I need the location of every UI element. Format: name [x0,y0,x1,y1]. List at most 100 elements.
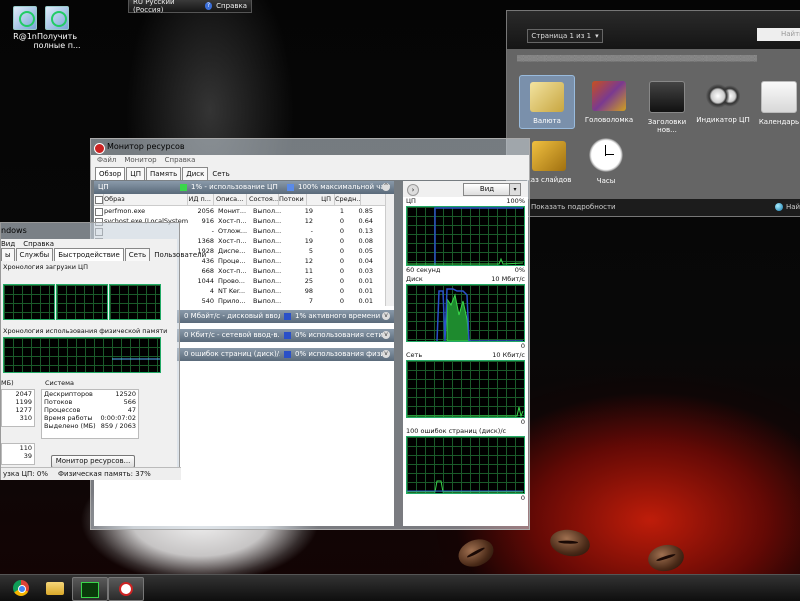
memory-total: 2047 [15,390,32,398]
online-gadgets-link[interactable]: Найти [786,199,800,216]
table-cell: 0.64 [358,217,373,225]
table-cell: 0 [339,257,344,265]
cpu-graph-max: 100% [506,197,525,205]
gadget-search-input[interactable]: Найти [757,28,800,41]
globe-icon [775,203,783,211]
menu-monitor[interactable]: Монитор [124,155,156,166]
table-cell: 0 [339,297,344,305]
page-selector[interactable]: Страница 1 из 1 ▾ [527,29,603,43]
expand-icon[interactable]: v [382,331,390,339]
resource-monitor-icon [119,582,133,596]
memory-graph-lines [407,480,523,493]
table-cell: 0.13 [358,227,373,235]
table-cell: 0.03 [358,267,373,275]
view-button[interactable]: Вид [463,183,511,196]
gadget-calendar[interactable]: Календарь [751,81,800,126]
system-row: Потоков 566 [44,398,136,406]
tab-memory[interactable]: Память [145,167,182,180]
tab-overview[interactable]: Обзор [95,167,126,180]
gadget-puzzle[interactable]: Головоломка [581,81,637,124]
folder-taskbar-button[interactable] [38,577,72,599]
memory-graph [406,436,525,494]
select-all-checkbox[interactable] [94,194,104,205]
table-cell: 2056 [197,207,214,215]
tab-cpu[interactable]: ЦП [126,167,145,180]
column-description[interactable]: Описа... [214,194,247,205]
tab-services[interactable]: Службы [15,248,54,261]
memory-available: 1277 [15,406,32,414]
graph-grid [57,285,107,319]
gadget-headlines[interactable]: Заголовки нов... [639,81,695,134]
memory-legend-icon [284,351,291,358]
tab-bar: Обзор ЦП Память Диск Сеть [91,166,529,180]
column-average[interactable]: Средн... [335,194,361,205]
table-cell: 668 [201,267,214,275]
network-legend-icon [284,332,291,339]
tab-processes[interactable]: ы [1,248,15,261]
expand-icon[interactable]: v [382,312,390,320]
gadget-clock[interactable]: Часы [578,138,634,185]
menu-help[interactable]: Справка [165,155,196,166]
chevron-right-icon[interactable]: › [407,184,419,196]
language-label[interactable]: RU Русский (Россия) [133,0,201,14]
column-image[interactable]: Образ [104,194,188,205]
system-row-value: 859 / 2063 [100,422,136,430]
column-cpu[interactable]: ЦП [307,194,335,205]
expand-icon[interactable]: v [382,350,390,358]
tab-network[interactable]: Сеть [124,248,151,261]
system-row-label: Потоков [44,398,73,406]
graph-grid [110,285,160,319]
cpu-graph-lines [407,207,524,265]
collapse-icon[interactable]: ^ [382,183,390,191]
cpu-section-header[interactable]: ЦП 1% - использование ЦП 100% максимальн… [94,181,394,194]
clock-hand [605,154,614,155]
system-row-label: Выделено (МБ) [44,422,96,430]
window-title-bar[interactable]: Монитор ресурсов [91,139,529,155]
chrome-taskbar-button[interactable] [4,577,38,599]
task-manager-taskbar-button[interactable] [72,577,108,601]
help-icon[interactable]: ? [204,2,213,10]
language-bar[interactable]: RU Русский (Россия) ? Справка [128,0,252,14]
table-cell: 0.01 [358,277,373,285]
column-status[interactable]: Состоя... [247,194,279,205]
table-cell: Выпол... [253,227,282,235]
window-title-bar[interactable]: ndows [1,223,179,239]
show-details-link[interactable]: Показать подробности [531,199,616,216]
folder-icon [46,582,64,595]
row-checkbox[interactable] [94,206,104,216]
network-graph-label: Сеть [406,351,423,359]
table-cell: Прило... [218,297,246,305]
resource-monitor-taskbar-button[interactable] [108,577,144,601]
status-memory: Физическая память: 37% [58,470,151,478]
table-cell: Выпол... [253,237,282,245]
menu-file[interactable]: Файл [97,155,116,166]
gadget-cpu-meter[interactable]: Индикатор ЦП [695,81,751,124]
table-cell: Выпол... [253,207,282,215]
column-pid[interactable]: ИД п... [188,194,214,205]
table-cell: 19 [304,237,313,245]
tab-disk[interactable]: Диск [182,167,209,180]
gadget-label: Валюта [533,117,561,125]
gadget-currency[interactable]: Валюта [519,75,575,129]
column-threads[interactable]: Потоки [279,194,307,205]
gadget-slideshow[interactable]: каз слайдов [523,141,575,184]
shortcut-icon [45,6,69,30]
table-cell: Выпол... [253,287,282,295]
desktop-icon-get-full[interactable]: Получить полные п... [32,6,82,50]
table-row[interactable]: perfmon.exe 2056 Монит... Выпол... 19 1 0.85 [94,206,394,216]
tab-performance[interactable]: Быстродействие [54,248,124,261]
tab-users[interactable]: Пользователи [151,249,209,261]
gadget-gallery-footer: ⌄ Показать подробности Найти [507,199,800,216]
table-cell: NT Ker... [218,287,246,295]
network-graph [406,360,525,418]
system-row-value: 0:00:07:02 [100,414,136,422]
tab-network[interactable]: Сеть [209,168,232,180]
vertical-scrollbar[interactable] [385,194,394,306]
table-cell: 5 [308,247,313,255]
chevron-down-icon[interactable]: ▾ [595,32,599,40]
system-row: Дескрипторов 12520 [44,390,136,398]
help-label[interactable]: Справка [216,2,247,10]
cpu-graph-min: 0% [514,266,525,274]
cpu-core-graph [3,284,55,320]
chevron-down-icon[interactable]: ▾ [509,183,521,196]
